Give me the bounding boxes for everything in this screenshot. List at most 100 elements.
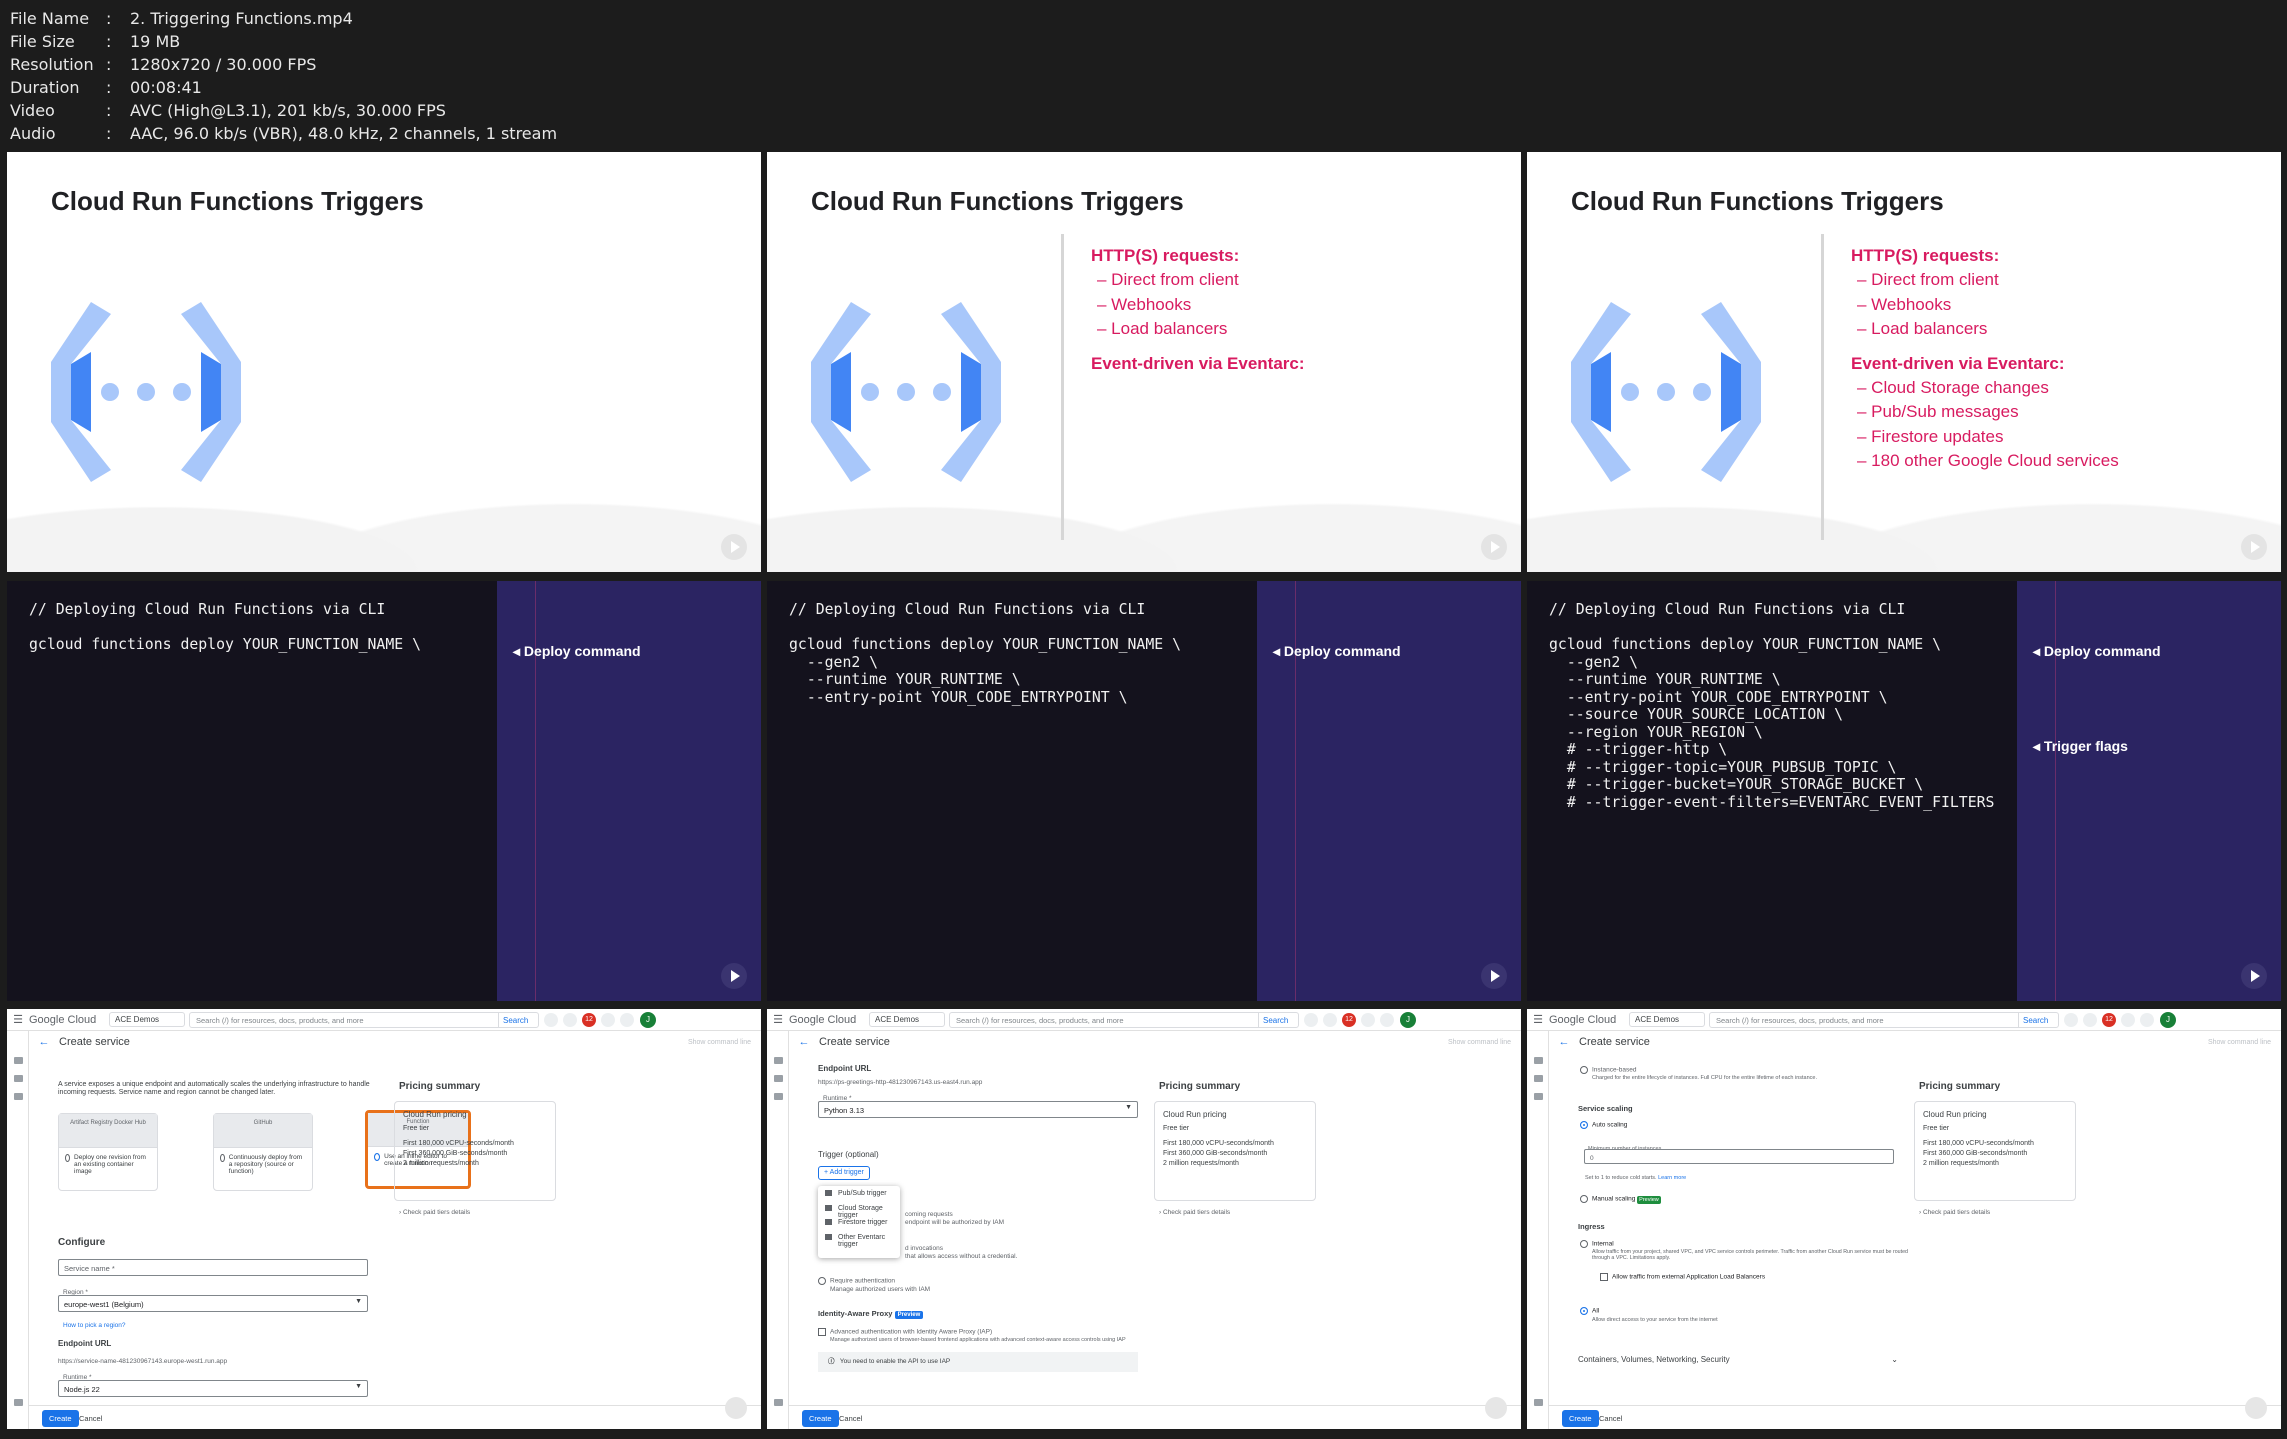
console-thumbnail-3[interactable]: ☰ Google Cloud ACE Demos Search (/) for … <box>1527 1009 2281 1429</box>
avatar[interactable]: J <box>640 1011 656 1028</box>
console-thumbnail-2[interactable]: ☰ Google Cloud ACE Demos Search (/) for … <box>767 1009 1521 1429</box>
notifications-badge[interactable]: 12 <box>2102 1012 2116 1027</box>
radio[interactable] <box>220 1154 225 1162</box>
notifications-badge[interactable]: 12 <box>1342 1012 1356 1027</box>
radio[interactable] <box>65 1154 71 1162</box>
menu-icon[interactable]: ☰ <box>1527 1013 1549 1026</box>
nav-worker-icon[interactable] <box>14 1093 23 1100</box>
back-arrow-icon[interactable]: ← <box>1549 1036 1579 1048</box>
play-icon[interactable] <box>1481 534 1507 560</box>
search-input[interactable]: Search (/) for resources, docs, products… <box>949 1011 1299 1028</box>
cancel-button[interactable]: Cancel <box>79 1414 102 1423</box>
nav-expand-icon[interactable] <box>774 1399 783 1406</box>
code-thumbnail-1[interactable]: // Deploying Cloud Run Functions via CLI… <box>7 581 761 1001</box>
runtime-select[interactable]: Python 3.13 ▼ <box>818 1101 1138 1118</box>
search-button[interactable]: Search <box>2018 1012 2058 1027</box>
service-name-field[interactable]: Service name * <box>58 1259 368 1276</box>
cancel-button[interactable]: Cancel <box>1599 1414 1622 1423</box>
google-cloud-logo[interactable]: Google Cloud <box>29 1014 109 1026</box>
search-input[interactable]: Search (/) for resources, docs, products… <box>189 1011 539 1028</box>
menu-item-pubsub[interactable]: Pub/Sub trigger <box>818 1186 900 1201</box>
play-icon[interactable] <box>2245 1397 2267 1419</box>
search-button[interactable]: Search <box>498 1012 538 1027</box>
manual-scaling-option[interactable]: Manual scaling Preview <box>1580 1195 1661 1204</box>
console-thumbnail-1[interactable]: ☰ Google Cloud ACE Demos Search (/) for … <box>7 1009 761 1429</box>
gemini-icon[interactable] <box>544 1012 558 1027</box>
help-icon[interactable] <box>1361 1012 1375 1027</box>
ingress-all-option[interactable]: All <box>1580 1307 1599 1316</box>
more-icon[interactable] <box>2140 1012 2154 1027</box>
gemini-icon[interactable] <box>1304 1012 1318 1027</box>
nav-worker-icon[interactable] <box>774 1093 783 1100</box>
more-icon[interactable] <box>1380 1012 1394 1027</box>
terminal-icon[interactable] <box>2083 1012 2097 1027</box>
min-instances-field[interactable]: 0 <box>1584 1149 1894 1164</box>
project-selector[interactable]: ACE Demos <box>869 1012 945 1027</box>
play-icon[interactable] <box>2241 534 2267 560</box>
create-button[interactable]: Create <box>802 1410 839 1427</box>
avatar[interactable]: J <box>2160 1011 2176 1028</box>
paid-tiers-link[interactable]: › Check paid tiers details <box>1159 1209 1230 1217</box>
iap-checkbox[interactable]: Advanced authentication with Identity Aw… <box>818 1328 992 1337</box>
add-trigger-button[interactable]: + Add trigger <box>818 1166 870 1181</box>
containers-expander[interactable]: Containers, Volumes, Networking, Securit… <box>1578 1355 1898 1365</box>
region-help-link[interactable]: How to pick a region? <box>63 1322 126 1330</box>
avatar[interactable]: J <box>1400 1011 1416 1028</box>
more-icon[interactable] <box>620 1012 634 1027</box>
cancel-button[interactable]: Cancel <box>839 1414 862 1423</box>
nav-services-icon[interactable] <box>14 1057 23 1064</box>
create-button[interactable]: Create <box>1562 1410 1599 1427</box>
nav-worker-icon[interactable] <box>1534 1093 1543 1100</box>
nav-jobs-icon[interactable] <box>1534 1075 1543 1082</box>
nav-services-icon[interactable] <box>1534 1057 1543 1064</box>
slide-thumbnail-2[interactable]: Cloud Run Functions Triggers HTTP(S) req… <box>767 152 1521 572</box>
paid-tiers-link[interactable]: › Check paid tiers details <box>1919 1209 1990 1217</box>
play-icon[interactable] <box>1485 1397 1507 1419</box>
back-arrow-icon[interactable]: ← <box>29 1036 59 1048</box>
menu-item-storage[interactable]: Cloud Storage trigger <box>818 1201 900 1219</box>
terminal-icon[interactable] <box>563 1012 577 1027</box>
paid-tiers-link[interactable]: › Check paid tiers details <box>399 1209 470 1217</box>
create-button[interactable]: Create <box>42 1410 79 1427</box>
gemini-icon[interactable] <box>2064 1012 2078 1027</box>
nav-jobs-icon[interactable] <box>774 1075 783 1082</box>
show-command-line[interactable]: Show command line <box>1448 1039 1511 1046</box>
terminal-icon[interactable] <box>1323 1012 1337 1027</box>
notifications-badge[interactable]: 12 <box>582 1012 596 1027</box>
help-icon[interactable] <box>2121 1012 2135 1027</box>
menu-item-firestore[interactable]: Firestore trigger <box>818 1215 900 1230</box>
play-icon[interactable] <box>2241 963 2267 989</box>
search-button[interactable]: Search <box>1258 1012 1298 1027</box>
code-thumbnail-2[interactable]: // Deploying Cloud Run Functions via CLI… <box>767 581 1521 1001</box>
nav-expand-icon[interactable] <box>14 1399 23 1406</box>
slide-thumbnail-3[interactable]: Cloud Run Functions Triggers HTTP(S) req… <box>1527 152 2281 572</box>
menu-item-eventarc[interactable]: Other Eventarc trigger <box>818 1230 900 1248</box>
instance-based-option[interactable]: Instance-based <box>1580 1066 1636 1075</box>
radio-selected[interactable] <box>374 1153 381 1161</box>
search-input[interactable]: Search (/) for resources, docs, products… <box>1709 1011 2059 1028</box>
menu-icon[interactable]: ☰ <box>7 1013 29 1026</box>
region-select[interactable]: europe-west1 (Belgium) ▼ <box>58 1295 368 1312</box>
show-command-line[interactable]: Show command line <box>688 1039 751 1046</box>
project-selector[interactable]: ACE Demos <box>1629 1012 1705 1027</box>
menu-icon[interactable]: ☰ <box>767 1013 789 1026</box>
help-icon[interactable] <box>601 1012 615 1027</box>
nav-jobs-icon[interactable] <box>14 1075 23 1082</box>
nav-services-icon[interactable] <box>774 1057 783 1064</box>
google-cloud-logo[interactable]: Google Cloud <box>1549 1014 1629 1026</box>
show-command-line[interactable]: Show command line <box>2208 1039 2271 1046</box>
runtime-select[interactable]: Node.js 22 ▼ <box>58 1380 368 1397</box>
code-thumbnail-3[interactable]: // Deploying Cloud Run Functions via CLI… <box>1527 581 2281 1001</box>
play-icon[interactable] <box>725 1397 747 1419</box>
google-cloud-logo[interactable]: Google Cloud <box>789 1014 869 1026</box>
slide-thumbnail-1[interactable]: Cloud Run Functions Triggers <box>7 152 761 572</box>
play-icon[interactable] <box>721 534 747 560</box>
play-icon[interactable] <box>721 963 747 989</box>
source-card-repository[interactable]: GitHub Continuously deploy from a reposi… <box>213 1113 313 1191</box>
ingress-internal-option[interactable]: Internal <box>1580 1240 1614 1249</box>
auto-scaling-option[interactable]: Auto scaling <box>1580 1121 1627 1130</box>
back-arrow-icon[interactable]: ← <box>789 1036 819 1048</box>
require-auth-option[interactable]: Require authentication <box>818 1277 895 1286</box>
project-selector[interactable]: ACE Demos <box>109 1012 185 1027</box>
play-icon[interactable] <box>1481 963 1507 989</box>
